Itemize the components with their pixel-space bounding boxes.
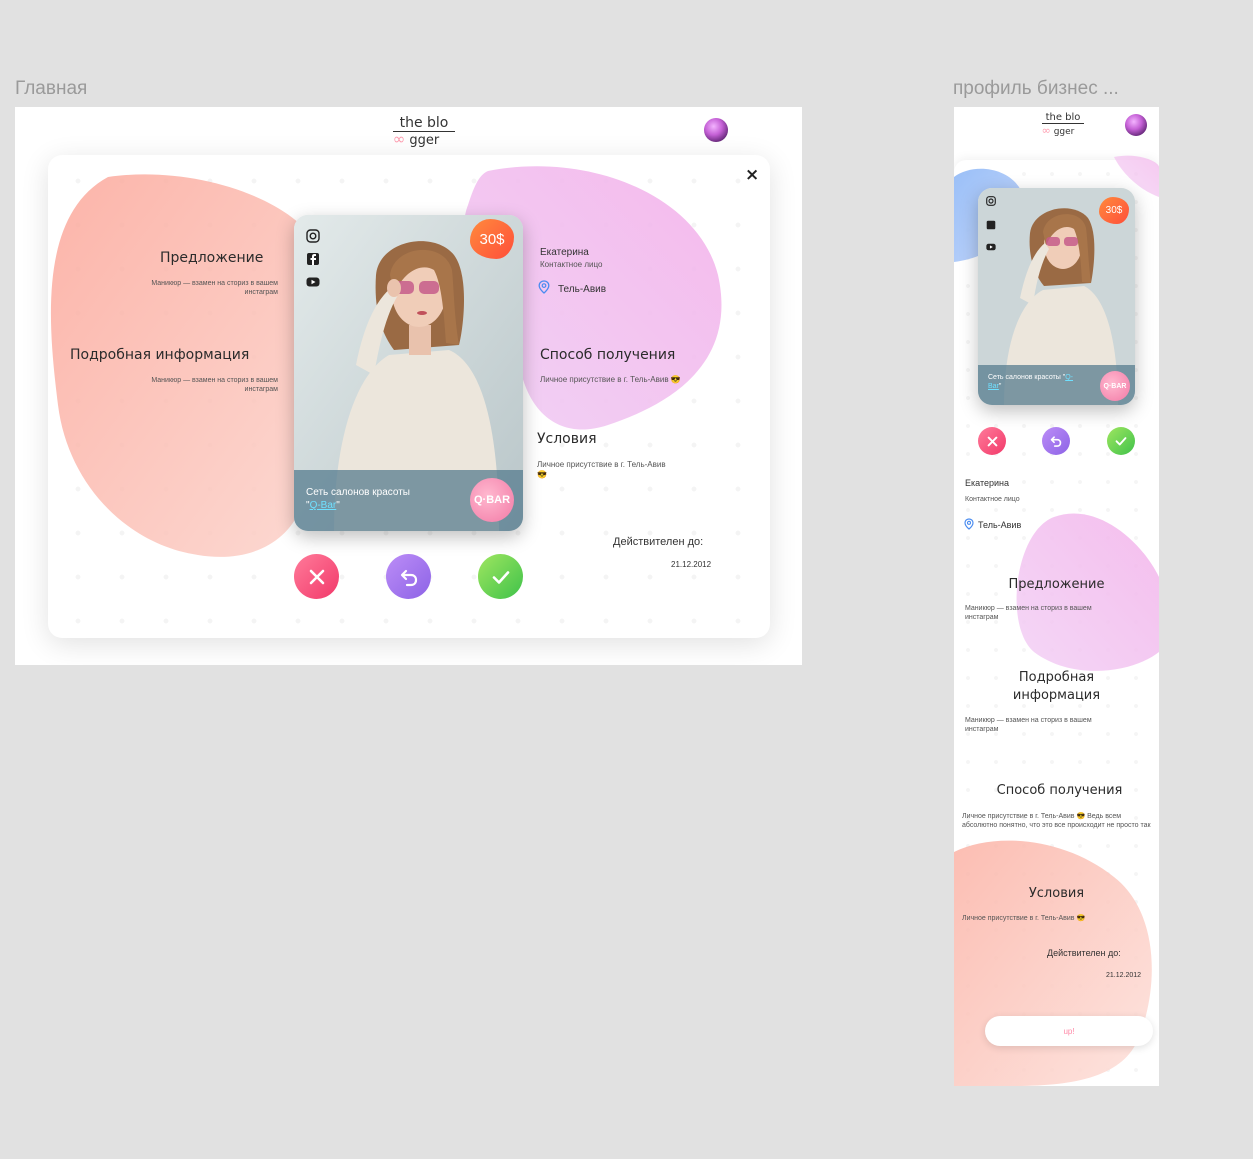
card-caption-suffix: " xyxy=(336,500,340,511)
logo-rings-icon: ∞ xyxy=(392,130,406,148)
mobile-contact-name: Екатерина xyxy=(965,478,1009,488)
mobile-conditions-heading: Условия xyxy=(1028,886,1085,901)
up-button[interactable]: up! xyxy=(985,1016,1153,1046)
contact-role: Контактное лицо xyxy=(540,260,603,269)
mobile-card-caption: Сеть салонов красоты "Q-Bar" xyxy=(988,373,1078,391)
qbar-logo: Q·BAR xyxy=(470,478,514,522)
offer-text: Маникюр — взамен на сториз в вашем инста… xyxy=(151,280,278,296)
location-text: Тель-Авив xyxy=(558,284,607,295)
mobile-check-icon xyxy=(1115,437,1127,446)
valid-date: 21.12.2012 xyxy=(671,560,712,569)
logo[interactable]: the blo ∞ gger xyxy=(371,115,461,148)
offer-heading: Предложение xyxy=(160,250,264,266)
youtube-icon[interactable] xyxy=(306,275,320,289)
mobile-contact-role: Контактное лицо xyxy=(965,496,1020,503)
details-text: Маникюр — взамен на сториз в вашем инста… xyxy=(151,377,278,393)
valid-label: Действителен до: xyxy=(613,536,704,548)
reject-button[interactable] xyxy=(294,554,339,599)
mobile-conditions-text: Личное присутствие в г. Тель-Авив 😎 xyxy=(962,915,1086,922)
offer-modal: × Предложение Маникюр — взамен на сториз… xyxy=(48,155,770,638)
conditions-text: Личное присутствие в г. Тель-Авив 😎 xyxy=(537,460,666,479)
avatar[interactable] xyxy=(704,118,728,142)
location-pin-icon xyxy=(538,280,550,294)
mobile-card-caption-suffix: " xyxy=(998,383,1002,391)
mobile-qbar-logo: Q·BAR xyxy=(1100,371,1130,401)
mobile-location-pin-icon xyxy=(964,518,974,530)
instagram-icon[interactable] xyxy=(306,229,320,243)
price-badge: 30$ xyxy=(470,219,514,259)
mobile-accept-button[interactable] xyxy=(1107,427,1135,455)
mobile-receive-text: Личное присутствие в г. Тель-Авив 😎 Ведь… xyxy=(962,813,1151,829)
desktop-frame: the blo ∞ gger × Предложение Маникюр — в… xyxy=(15,107,802,665)
close-icon xyxy=(309,569,324,584)
mobile-details-heading: Подробная информация xyxy=(1012,670,1101,704)
mobile-offer-text: Маникюр — взамен на сториз в вашем инста… xyxy=(965,605,1092,621)
mobile-facebook-icon[interactable] xyxy=(986,220,996,230)
mobile-valid-date: 21.12.2012 xyxy=(1106,972,1142,979)
check-icon xyxy=(492,570,509,584)
accept-button[interactable] xyxy=(478,554,523,599)
mobile-youtube-icon[interactable] xyxy=(986,242,996,252)
mobile-undo-button[interactable] xyxy=(1042,427,1070,455)
receive-text: Личное присутствие в г. Тель-Авив 😎 xyxy=(540,375,681,384)
mobile-card-caption-prefix: Сеть салонов красоты " xyxy=(988,374,1066,381)
frame-title-desktop: Главная xyxy=(15,78,88,99)
logo-line2: gger xyxy=(409,133,440,148)
conditions-heading: Условия xyxy=(537,431,597,447)
mobile-reject-button[interactable] xyxy=(978,427,1006,455)
card-caption: Сеть салонов красоты "Q-Bar" xyxy=(306,486,426,512)
receive-heading: Способ получения xyxy=(540,347,676,363)
mobile-card-footer: Сеть салонов красоты "Q-Bar" Q·BAR xyxy=(978,365,1135,405)
mobile-instagram-icon[interactable] xyxy=(986,196,996,206)
undo-icon xyxy=(400,569,417,586)
frame-title-mobile: профиль бизнес ... xyxy=(953,78,1119,99)
contact-name: Екатерина xyxy=(540,247,589,258)
mobile-close-icon xyxy=(987,436,997,446)
mobile-valid-label: Действителен до: xyxy=(1047,948,1121,958)
mobile-undo-icon xyxy=(1050,436,1062,447)
qbar-link[interactable]: Q-Bar xyxy=(310,500,337,511)
mobile-receive-heading: Способ получения xyxy=(996,783,1123,798)
mobile-price-badge: 30$ xyxy=(1099,197,1129,224)
facebook-icon[interactable] xyxy=(306,252,320,266)
mobile-offer-card[interactable]: 30$ Сеть салонов красоты "Q-Bar" Q·BAR xyxy=(978,188,1135,405)
offer-card[interactable]: 30$ Сеть салонов красоты "Q-Bar" Q·BAR xyxy=(294,215,523,531)
mobile-details-text: Маникюр — взамен на сториз в вашем инста… xyxy=(965,717,1092,733)
mobile-offer-heading: Предложение xyxy=(1008,577,1105,592)
mobile-location-text: Тель-Авив xyxy=(978,520,1022,530)
card-footer: Сеть салонов красоты "Q-Bar" Q·BAR xyxy=(294,470,523,531)
mobile-frame: the blo ∞ gger 30$ Сеть салонов красоты … xyxy=(954,107,1159,1086)
details-heading: Подробная информация xyxy=(70,347,250,363)
undo-button[interactable] xyxy=(386,554,431,599)
close-button[interactable]: × xyxy=(745,165,759,185)
